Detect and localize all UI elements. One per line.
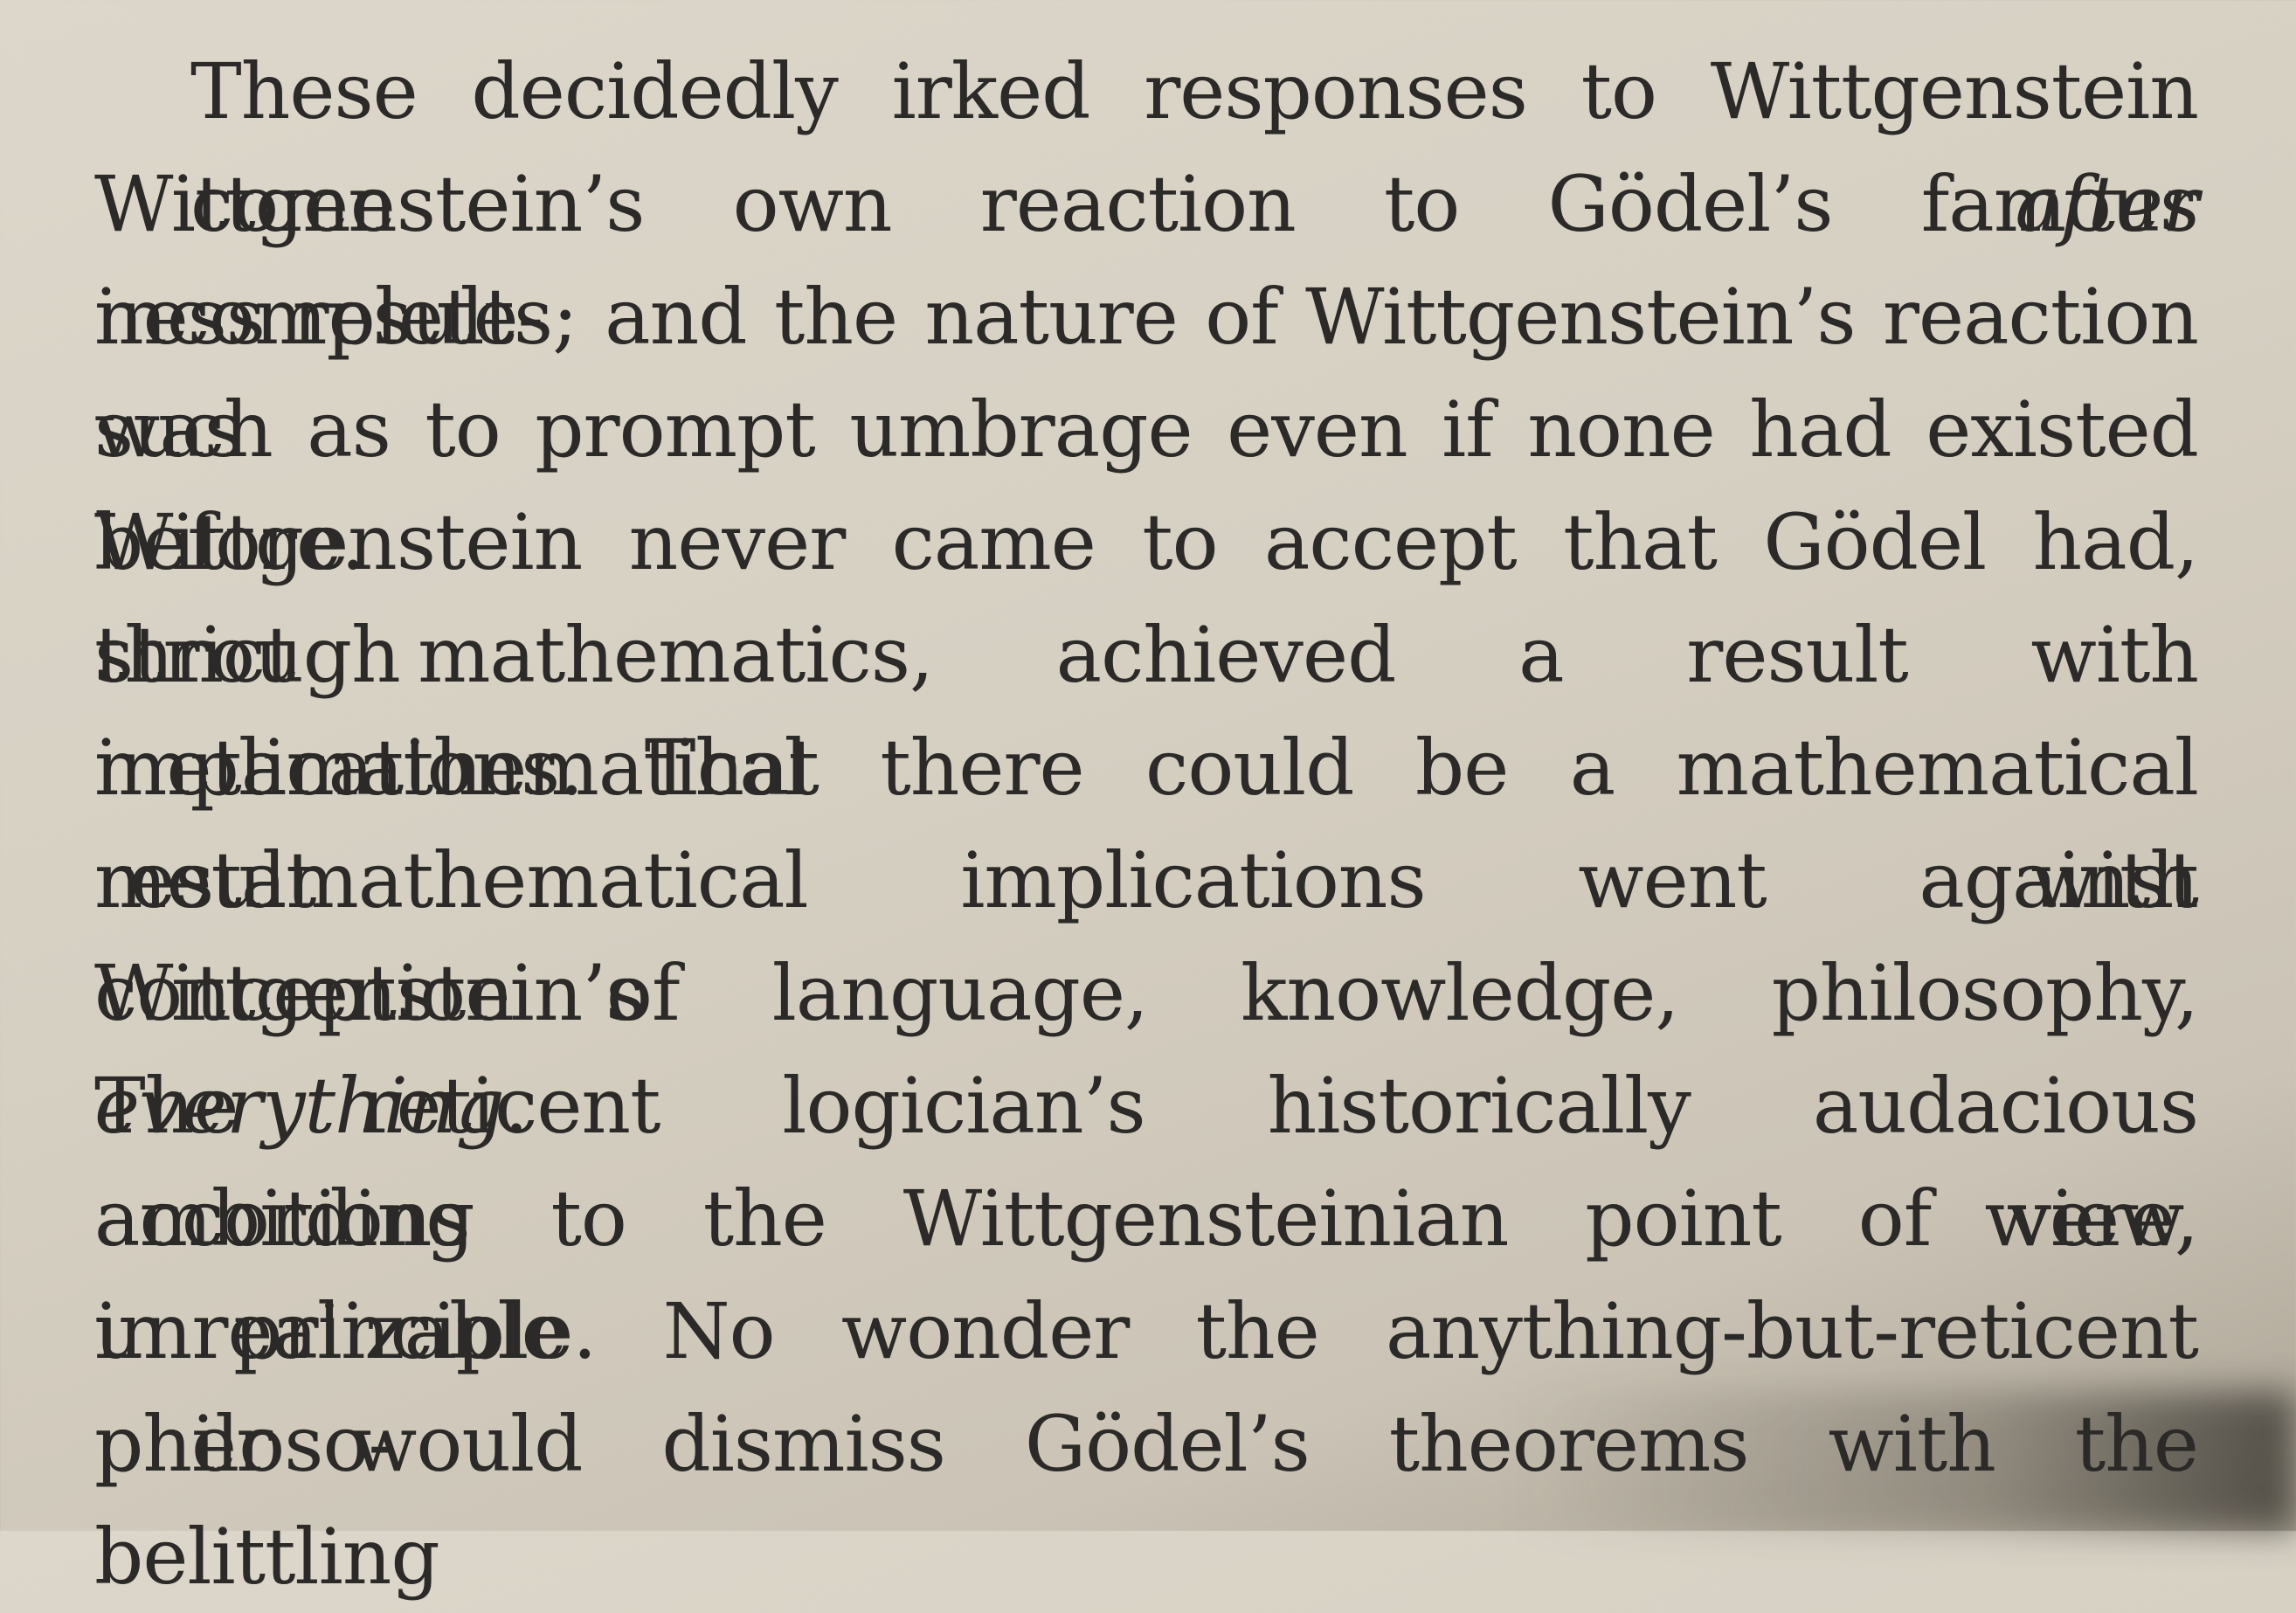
text-line: strict mathematics, achieved a result wi… xyxy=(94,599,2199,813)
text-line: metamathematical implications went again… xyxy=(94,824,2199,1038)
text-line: The reticent logician’s historically aud… xyxy=(94,1049,2199,1263)
text-line: in principle. No wonder the anything-but… xyxy=(94,1275,2199,1489)
text-line: These decidedly irked responses to Wittg… xyxy=(94,35,2199,249)
text-line: pher would dismiss Gödel’s theorems with… xyxy=(94,1388,2199,1602)
text-line: conception of language, knowledge, philo… xyxy=(94,937,2199,1151)
line-text: conception of language, knowledge, philo… xyxy=(94,948,2199,1038)
text-line: such as to prompt umbrage even if none h… xyxy=(94,373,2199,587)
text-line: Wittgenstein never came to accept that G… xyxy=(94,486,2199,700)
book-page-text: These decidedly irked responses to Wittg… xyxy=(94,35,2199,1602)
text-line: ness results; and the nature of Wittgens… xyxy=(94,260,2199,474)
line-text: pher would dismiss Gödel’s theorems with… xyxy=(94,1399,2199,1602)
text-line: implications. That there could be a math… xyxy=(94,711,2199,925)
text-line: Wittgenstein’s own reaction to Gödel’s f… xyxy=(94,148,2199,362)
text-line: according to the Wittgensteinian point o… xyxy=(94,1162,2199,1376)
